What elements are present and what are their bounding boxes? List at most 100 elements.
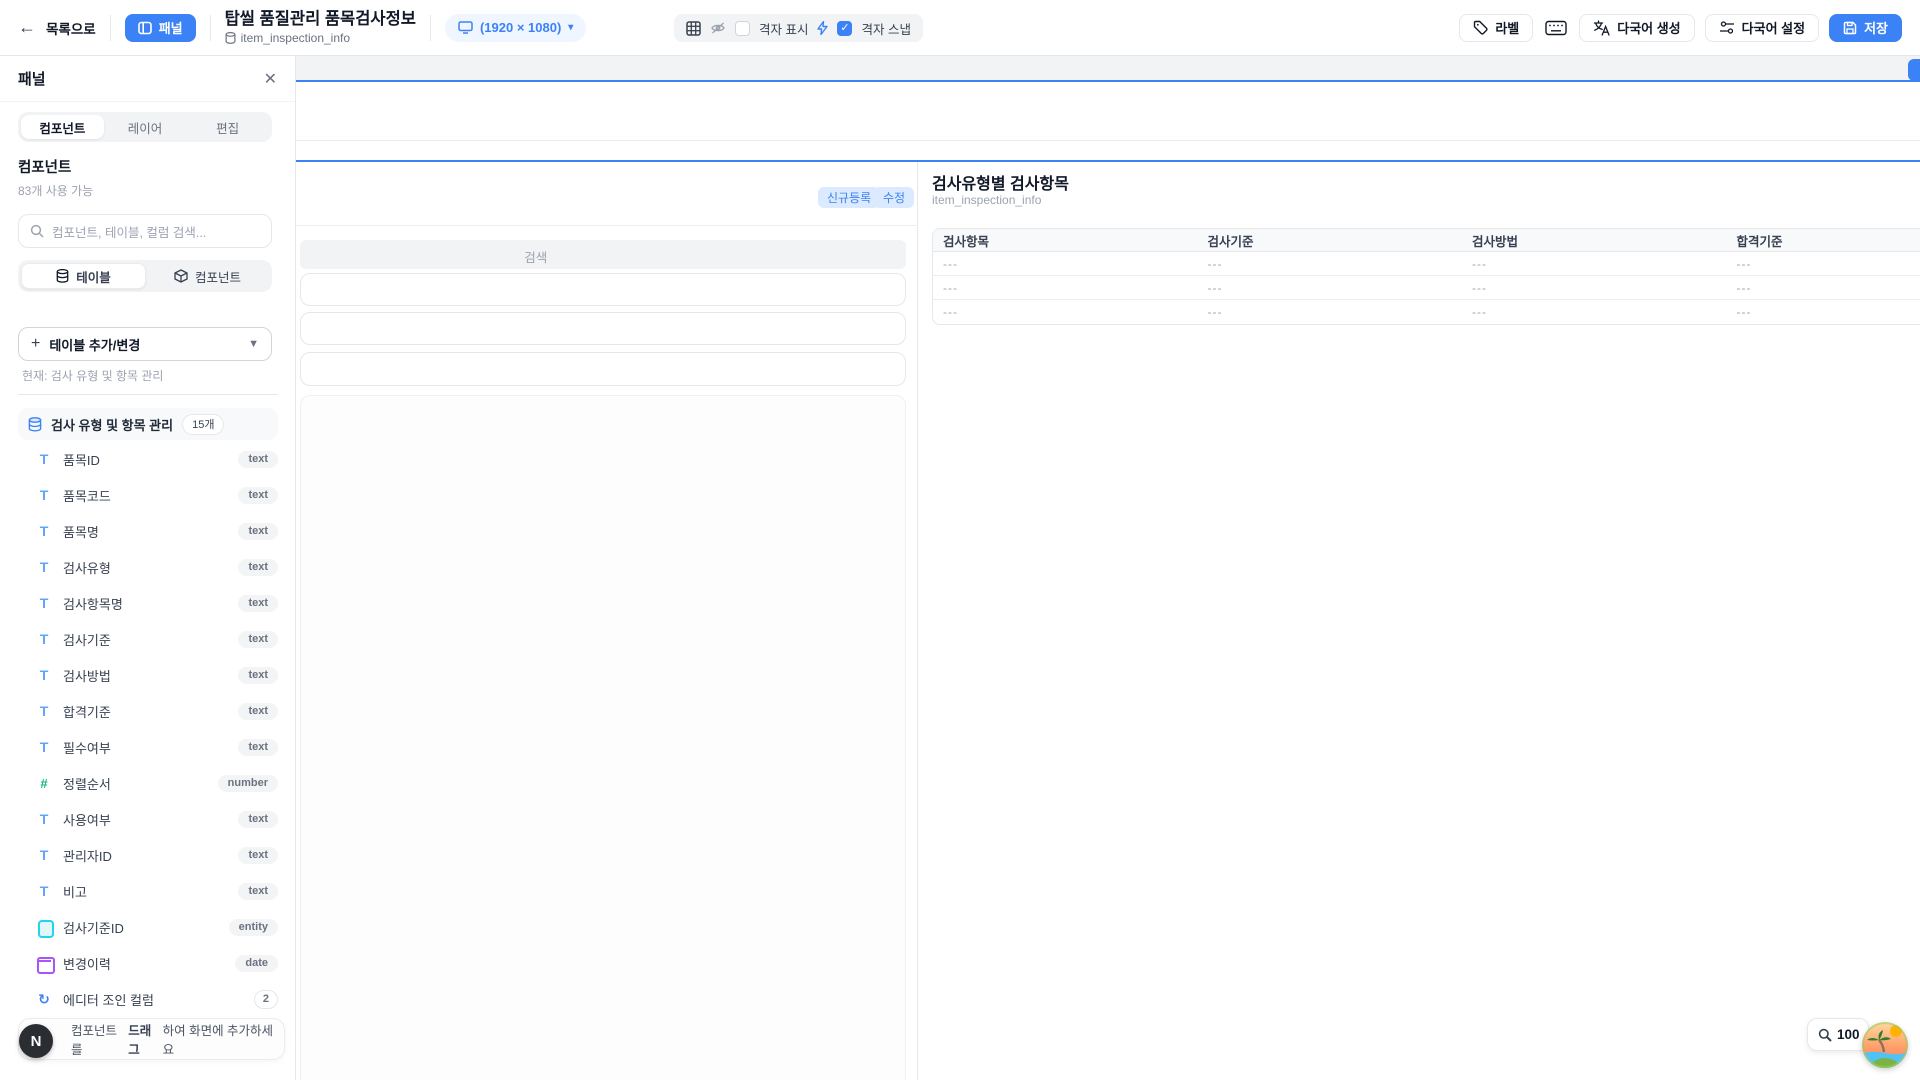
field-list-item[interactable]: T 필수여부 text [0,729,296,765]
divider [296,225,918,226]
panel-tab-bar: 컴포넌트 레이어 편집 [18,112,272,142]
table-header-row: 검사항목검사기준검사방법합격기준 [933,229,1920,252]
text-type-icon: T [36,487,52,503]
type-badge: entity [229,919,278,936]
table-row[interactable]: ------------ [933,300,1920,324]
grid-options: 격자 표시 ✓ 격자 스냅 [674,14,923,42]
field-list-item[interactable]: T 사용여부 text [0,801,296,837]
search-icon [30,224,44,238]
table-group-header[interactable]: 검사 유형 및 항목 관리 15개 [18,408,278,440]
field-list-item[interactable]: T 품목명 text [0,513,296,549]
field-list-item[interactable]: T 비고 text [0,873,296,909]
text-type-icon: T [36,847,52,863]
component-search-input[interactable]: 컴포넌트, 테이블, 컬럼 검색... [18,214,272,248]
package-icon [174,269,188,283]
table-cell: --- [1727,257,1920,271]
page-subtitle: item_inspection_info [225,31,416,46]
table-row[interactable]: ------------ [933,276,1920,300]
source-toggle: 테이블 컴포넌트 [18,260,272,292]
keyboard-icon[interactable] [1543,20,1569,36]
empty-input-field[interactable] [300,312,906,345]
grid-snap-label: 격자 스냅 [861,19,910,38]
close-icon[interactable]: ✕ [264,69,277,89]
count-badge: 2 [254,990,278,1009]
field-list-item[interactable]: 검사기준ID entity [0,909,296,945]
plus-icon: + [31,335,40,353]
field-list-item[interactable]: T 검사기준 text [0,621,296,657]
tab-edit[interactable]: 편집 [186,115,269,139]
field-list-item[interactable]: T 품목코드 text [0,477,296,513]
table-column-header: 합격기준 [1727,231,1920,250]
divider [210,15,211,41]
top-toolbar: ← 목록으로 패널 탑씰 품질관리 품목검사정보 item_inspection… [0,0,1920,56]
panel-title: 패널 [18,68,46,89]
tab-components[interactable]: 컴포넌트 [21,115,104,139]
back-arrow-icon[interactable]: ← [18,17,42,38]
table-group-name: 검사 유형 및 항목 관리 [51,415,173,434]
save-icon [1843,21,1857,35]
screen-size-selector[interactable]: (1920 × 1080) ▾ [445,14,586,42]
toggle-component-label: 컴포넌트 [195,267,241,286]
type-badge: text [238,703,278,720]
form-section[interactable]: 신규등록 수정 검색 [296,162,918,1080]
table-card-title: 검사유형별 검사항목 [932,170,1069,194]
panel-header: 패널 ✕ [0,56,295,102]
panel-button-label: 패널 [159,18,183,37]
toggle-component[interactable]: 컴포넌트 [146,263,269,289]
field-list-item[interactable]: T 검사항목명 text [0,585,296,621]
eye-off-icon[interactable] [710,21,726,35]
new-register-badge[interactable]: 신규등록 [818,187,880,208]
field-list-item[interactable]: 변경이력 date [0,945,296,981]
field-list-item[interactable]: T 검사방법 text [0,657,296,693]
number-type-icon: # [36,776,52,791]
inspection-items-table[interactable]: 검사항목검사기준검사방법합격기준 -----------------------… [932,228,1920,325]
panel-icon [138,21,152,35]
edit-badge[interactable]: 수정 [874,187,914,208]
table-row[interactable]: ------------ [933,252,1920,276]
tab-layers[interactable]: 레이어 [104,115,187,139]
save-button[interactable]: 저장 [1829,14,1902,42]
grid-snap-checkbox[interactable]: ✓ [837,21,852,36]
type-badge: text [238,667,278,684]
search-placeholder: 컴포넌트, 테이블, 컬럼 검색... [52,222,206,241]
type-badge: number [218,775,278,792]
grid-icon[interactable] [686,21,701,36]
field-list-item[interactable]: T 품목ID text [0,441,296,477]
text-type-icon: T [36,451,52,467]
empty-input-field[interactable] [300,352,906,386]
date-type-icon [36,956,52,970]
toggle-table[interactable]: 테이블 [21,263,146,289]
type-badge: text [238,739,278,756]
empty-input-field[interactable] [300,273,906,306]
empty-content-area[interactable] [300,395,906,1080]
field-list-item[interactable]: # 정렬순서 number [0,765,296,801]
field-list-item[interactable]: T 검사유형 text [0,549,296,585]
canvas-search-bar[interactable]: 검색 [300,240,906,269]
table-cell: --- [1727,305,1920,319]
design-canvas[interactable]: 신규등록 수정 검색 검사유형별 검사항목 item_inspection_in… [296,56,1920,1080]
panel-toggle-button[interactable]: 패널 [125,14,196,42]
app-root: ← 목록으로 패널 탑씰 품질관리 품목검사정보 item_inspection… [0,0,1920,1080]
assistant-n-badge[interactable]: N [19,1024,53,1058]
text-type-icon: T [36,559,52,575]
table-section[interactable]: 검사유형별 검사항목 item_inspection_info 검사항목검사기준… [918,162,1920,1080]
canvas-search-placeholder: 검색 [524,247,547,266]
island-emoji-badge[interactable] [1862,1022,1908,1068]
type-badge: text [238,595,278,612]
add-table-dropdown[interactable]: + 테이블 추가/변경 ▼ [18,327,272,361]
field-count-badge: 15개 [182,414,224,435]
hint-suffix: 하여 화면에 추가하세요 [163,1020,284,1058]
label-button[interactable]: 라벨 [1459,14,1533,42]
chevron-down-icon: ▾ [568,22,573,33]
i18n-settings-button[interactable]: 다국어 설정 [1705,14,1819,42]
page-title: 탑씰 품질관리 품목검사정보 [225,9,416,30]
field-list-item[interactable]: T 관리자ID text [0,837,296,873]
selection-handle[interactable] [1908,59,1920,81]
zoom-control[interactable]: 100 [1807,1018,1869,1051]
back-to-list-button[interactable]: 목록으로 [46,18,96,38]
text-type-icon: T [36,631,52,647]
i18n-generate-button[interactable]: 다국어 생성 [1579,14,1694,42]
field-list-item[interactable]: ↻ 에디터 조인 컬럼 2 [0,981,296,1009]
field-list-item[interactable]: T 합격기준 text [0,693,296,729]
grid-show-checkbox[interactable] [735,21,750,36]
